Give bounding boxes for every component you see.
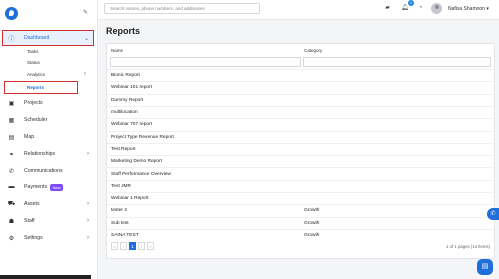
sidebar-item-staff[interactable]: ☗ Staff › xyxy=(3,214,93,228)
cell-name[interactable]: tester 2 xyxy=(111,208,127,213)
chevron-right-icon: › xyxy=(87,235,89,241)
name-filter-input[interactable] xyxy=(110,57,301,67)
sidebar-item-label: Projects xyxy=(24,100,43,106)
sidebar-item-assets[interactable]: ⛟ Assets › xyxy=(3,197,93,211)
cell-name[interactable]: SAINA TEST xyxy=(111,233,139,238)
cell-name[interactable]: Sub test xyxy=(111,221,129,226)
cell-name[interactable]: Project Type Revenue Report xyxy=(111,135,174,140)
cell-name[interactable]: multilocation xyxy=(111,110,138,115)
cell-name[interactable]: Test Report xyxy=(111,147,136,152)
table-row[interactable]: tester 2 Growth xyxy=(107,204,494,216)
chevron-right-icon: › xyxy=(87,218,89,224)
table-row[interactable]: Test JMR xyxy=(107,179,494,192)
briefcase-icon: ▣ xyxy=(8,100,15,107)
sidebar-item-label: Assets xyxy=(24,201,40,207)
page-title: Reports xyxy=(106,26,141,36)
table-row[interactable]: Staff Performance Overview xyxy=(107,167,494,179)
phone-icon: ✆ xyxy=(8,168,15,175)
sidebar-item-payments[interactable]: ▬ Payments New xyxy=(3,180,93,194)
notification-count-badge: 1 xyxy=(408,0,414,6)
truck-icon: ⛟ xyxy=(7,201,16,207)
chat-icon[interactable]: ▰ xyxy=(384,5,391,12)
sidebar-item-label: Communications xyxy=(24,168,63,174)
pin-icon[interactable]: ✎ xyxy=(83,10,88,16)
avatar[interactable] xyxy=(431,3,442,14)
sidebar-sub-reports-label: Reports xyxy=(27,85,45,90)
first-page-button[interactable]: « xyxy=(111,242,118,250)
sidebar-item-projects[interactable]: ▣ Projects xyxy=(3,96,93,110)
last-page-button[interactable]: » xyxy=(147,242,154,250)
wallet-icon: ▬ xyxy=(8,184,15,190)
chevron-right-icon: › xyxy=(87,201,89,207)
table-row[interactable]: Dummy Report xyxy=(107,93,494,106)
sidebar-item-label: Relationships xyxy=(24,151,56,157)
category-filter-input[interactable] xyxy=(303,57,491,67)
sidebar-item-scheduler[interactable]: ▦ Scheduler xyxy=(3,113,93,127)
bell-icon[interactable]: 🔔︎ xyxy=(401,5,409,12)
pagination-info: 1 of 1 pages (14 items) xyxy=(446,244,490,249)
cell-name[interactable]: Webinar 101 report xyxy=(111,85,152,90)
cell-name[interactable]: Webinar 1 Report xyxy=(111,196,149,201)
table-row[interactable]: Webinar 1 Report xyxy=(107,192,494,204)
table-row[interactable]: Test Report xyxy=(107,142,494,155)
page-1-button[interactable]: 1 xyxy=(129,242,136,250)
column-header-name[interactable]: Name xyxy=(111,48,123,53)
table-row[interactable]: SAINA TEST Growth xyxy=(107,228,494,241)
prev-page-button[interactable]: ‹ xyxy=(120,242,127,250)
reports-table-card: Name Category Bionic Report Webinar 101 r… xyxy=(106,43,495,259)
chevron-right-icon: › xyxy=(84,71,86,77)
sidebar-item-label: Staff xyxy=(24,218,35,224)
chevron-down-icon: ⌄ xyxy=(83,35,89,42)
chat-support-button[interactable]: ▤ xyxy=(477,259,493,275)
table-row[interactable]: Project Type Revenue Report xyxy=(107,130,494,143)
pagination: « ‹ 1 › » xyxy=(111,242,154,250)
cell-name[interactable]: Bionic Report xyxy=(111,73,140,78)
cell-category: Growth xyxy=(304,208,320,214)
sidebar-item-relationships[interactable]: ⚭ Relationships › xyxy=(3,147,93,161)
sidebar-item-label: Settings xyxy=(24,235,43,241)
table-row[interactable]: Sub test Growth xyxy=(107,216,494,229)
sidebar-item-label: Payments xyxy=(24,184,48,190)
chevron-right-icon: › xyxy=(87,151,89,157)
user-menu[interactable]: Nafisa Shamoon ▾ xyxy=(448,6,489,12)
sidebar: ✎ ⓘ Dashboard ⌄ Tasks Status Analytics ›… xyxy=(0,0,98,279)
search-input[interactable]: Search names, phone numbers, and address… xyxy=(104,3,260,14)
table-row[interactable]: Webinar 101 report xyxy=(107,81,494,93)
cell-category: Growth xyxy=(304,233,320,239)
next-page-button[interactable]: › xyxy=(138,242,145,250)
handshake-icon: ⚭ xyxy=(8,151,15,158)
table-row[interactable]: Marketing Demo Report xyxy=(107,155,494,167)
table-row[interactable]: Webinar 707 report xyxy=(107,118,494,130)
new-badge: New xyxy=(50,183,64,191)
sidebar-item-label: Map xyxy=(24,134,35,140)
sidebar-item-label: Dashboard xyxy=(24,35,50,41)
sidebar-item-label: Scheduler xyxy=(24,117,48,123)
sidebar-item-communications[interactable]: ✆ Communications xyxy=(3,164,93,178)
cell-name[interactable]: Marketing Demo Report xyxy=(111,159,162,164)
sidebar-item-dashboard[interactable]: ⓘ Dashboard ⌄ xyxy=(2,30,94,46)
gear-icon: ⚙ xyxy=(8,235,15,242)
table-row[interactable]: multilocation xyxy=(107,105,494,118)
sidebar-sub-analytics[interactable]: Analytics xyxy=(27,72,45,77)
phone-icon[interactable]: ✆ xyxy=(487,208,499,220)
calendar-icon: ▦ xyxy=(8,117,15,124)
sidebar-item-map[interactable]: ▤ Map xyxy=(3,130,93,144)
users-icon: ☗ xyxy=(8,218,15,225)
cell-name[interactable]: Test JMR xyxy=(111,184,131,189)
logo[interactable] xyxy=(5,7,18,20)
sidebar-item-settings[interactable]: ⚙ Settings › xyxy=(3,231,93,245)
table-row[interactable]: Bionic Report xyxy=(107,69,494,81)
cell-name[interactable]: Staff Performance Overview xyxy=(111,172,171,177)
cell-category: Growth xyxy=(304,220,320,226)
sidebar-sub-status[interactable]: Status xyxy=(27,60,40,65)
sidebar-sub-tasks[interactable]: Tasks xyxy=(27,49,39,54)
map-icon: ▤ xyxy=(8,134,15,141)
sidebar-sub-reports[interactable]: Reports xyxy=(4,81,78,94)
bottom-bar xyxy=(0,275,91,279)
column-header-category[interactable]: Category xyxy=(304,48,322,53)
cell-name[interactable]: Webinar 707 report xyxy=(111,122,152,127)
info-icon: ⓘ xyxy=(8,36,15,43)
clock-icon[interactable]: ◔ xyxy=(417,5,424,12)
cell-name[interactable]: Dummy Report xyxy=(111,98,143,103)
